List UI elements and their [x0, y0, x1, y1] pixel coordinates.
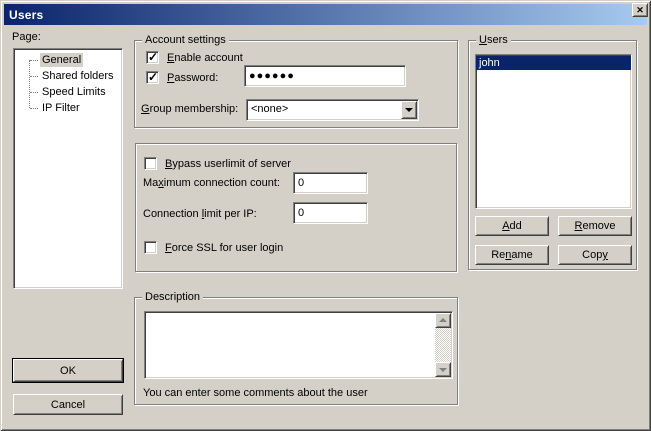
description-title: Description — [142, 291, 203, 304]
account-settings-title: Account settings — [142, 34, 229, 47]
users-group: Users john Add Remove Rename Copy — [468, 40, 637, 270]
tree-item-general[interactable]: General — [14, 52, 122, 68]
page-tree: General Shared folders Speed Limits IP F… — [13, 48, 123, 289]
ok-button[interactable]: OK — [13, 359, 123, 382]
cancel-button[interactable]: Cancel — [13, 394, 123, 415]
bypass-userlimit-label[interactable]: Bypass userlimit of server — [165, 158, 291, 171]
description-scrollbar[interactable] — [435, 313, 451, 377]
group-membership-value: <none> — [247, 100, 400, 120]
tree-item-label[interactable]: General — [40, 53, 83, 67]
password-label[interactable]: Password: — [167, 72, 218, 85]
rename-button[interactable]: Rename — [475, 245, 549, 265]
force-ssl-label[interactable]: Force SSL for user login — [165, 242, 283, 255]
tree-item-label[interactable]: Shared folders — [40, 69, 116, 83]
password-input[interactable] — [244, 65, 406, 87]
description-textarea[interactable] — [146, 313, 435, 377]
tree-item-label[interactable]: Speed Limits — [40, 85, 108, 99]
enable-account-label[interactable]: Enable account — [167, 52, 243, 65]
max-connection-input[interactable] — [293, 172, 368, 194]
list-item-john[interactable]: john — [476, 56, 631, 70]
users-list[interactable]: john — [475, 54, 632, 209]
tree-connector — [30, 60, 38, 61]
scroll-down-icon[interactable] — [435, 362, 451, 377]
tree-connector — [30, 92, 38, 93]
tree-item-speed-limits[interactable]: Speed Limits — [14, 84, 122, 100]
scroll-track[interactable] — [435, 328, 451, 362]
force-ssl-checkbox[interactable] — [144, 241, 157, 254]
tree-item-label[interactable]: IP Filter — [40, 101, 82, 115]
description-hint: You can enter some comments about the us… — [143, 387, 368, 400]
group-membership-label: Group membership: — [141, 103, 238, 116]
users-dialog: Users ✕ Page: General Shared folders Spe… — [0, 0, 651, 431]
bypass-userlimit-checkbox[interactable] — [144, 157, 157, 170]
add-button[interactable]: Add — [475, 216, 549, 236]
connection-limits-group: Bypass userlimit of server Maximum conne… — [135, 143, 457, 272]
copy-button[interactable]: Copy — [558, 245, 632, 265]
users-title: Users — [476, 34, 511, 47]
description-group: Description You can enter some comments … — [134, 297, 458, 405]
tree-item-shared-folders[interactable]: Shared folders — [14, 68, 122, 84]
chevron-down-icon[interactable] — [401, 101, 417, 119]
max-connection-label: Maximum connection count: — [143, 177, 280, 190]
remove-button[interactable]: Remove — [558, 216, 632, 236]
enable-account-checkbox[interactable] — [146, 51, 159, 64]
tree-connector — [30, 76, 38, 77]
page-label: Page: — [12, 31, 41, 44]
ip-limit-label: Connection limit per IP: — [143, 208, 257, 221]
password-checkbox[interactable] — [146, 71, 159, 84]
window-title: Users — [9, 8, 43, 22]
group-membership-select[interactable]: <none> — [246, 99, 419, 121]
description-box — [144, 311, 453, 379]
ip-limit-input[interactable] — [293, 202, 368, 224]
scroll-up-icon[interactable] — [435, 313, 451, 328]
title-bar[interactable]: Users — [4, 4, 647, 25]
close-icon[interactable]: ✕ — [632, 3, 648, 17]
tree-connector — [30, 108, 38, 109]
tree-item-ip-filter[interactable]: IP Filter — [14, 100, 122, 116]
account-settings-group: Account settings Enable account Password… — [134, 40, 458, 128]
